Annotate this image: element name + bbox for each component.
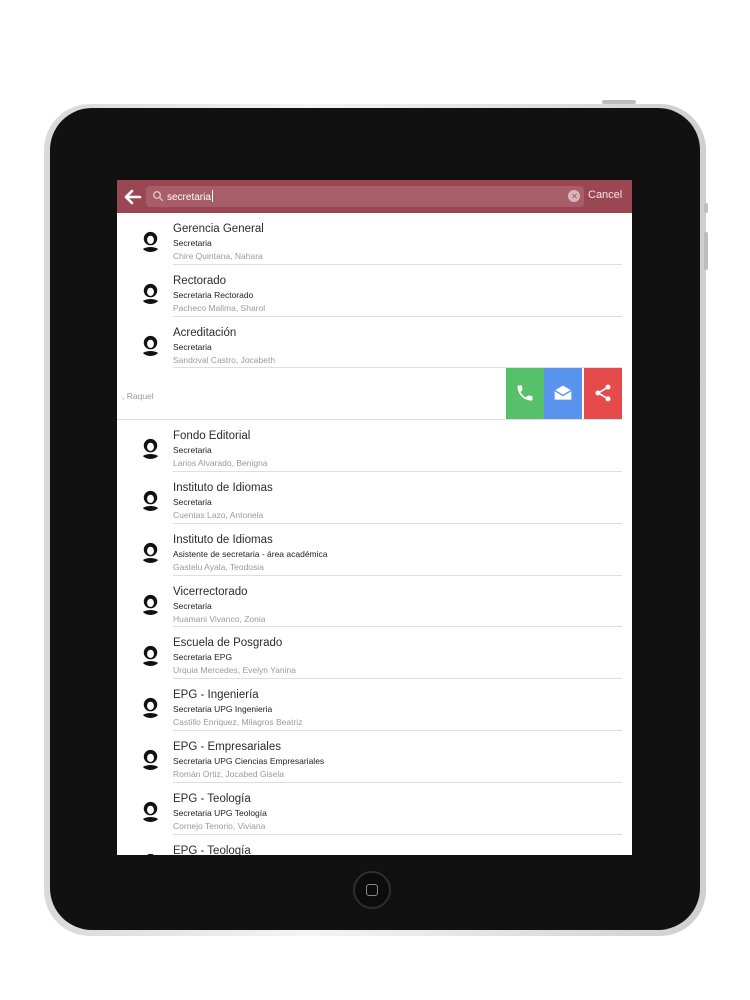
contact-role: Secretaria [173, 445, 212, 456]
contact-person: Huamani Vivanco, Zonia [173, 613, 266, 624]
list-item[interactable]: Fondo Editorial Secretaria Larios Alvara… [117, 420, 632, 472]
share-icon [595, 385, 611, 402]
contact-person: Urquia Mercedes, Evelyn Yanina [173, 665, 297, 676]
avatar-icon [139, 332, 162, 356]
contact-title: Acreditación [173, 326, 237, 339]
contact-role: Secretaria [173, 238, 212, 248]
avatar-icon [139, 850, 162, 855]
contact-role: Secretaria UPG Ingenieria [173, 704, 273, 715]
search-header: secretaria Cancel [117, 180, 632, 213]
contact-title: Fondo Editorial [173, 430, 251, 443]
contact-person: Cornejo Tenorio, Viviana [173, 820, 266, 831]
contact-role: Asistente de secretaria - área académica [173, 548, 328, 559]
phone-icon [517, 385, 533, 401]
list-item-swiped[interactable]: , Raquel [117, 368, 632, 421]
contact-title: EPG - Teología [173, 844, 251, 855]
list-item[interactable]: Rectorado Secretaria Rectorado Pacheco M… [117, 265, 632, 317]
contact-role: Secretaria [173, 600, 212, 611]
list-item[interactable]: EPG - Teología Secretaria UPG Teología C… [117, 783, 632, 835]
home-button[interactable] [353, 871, 391, 909]
list-item[interactable]: Acreditación Secretaria Sandoval Castro,… [117, 317, 632, 369]
contact-person: Sandoval Castro, Jocabeth [173, 354, 276, 365]
clear-search-icon[interactable] [568, 190, 580, 202]
contact-person: Castillo Enriquez, Milagros Beatriz [173, 717, 303, 728]
contact-title: Escuela de Posgrado [173, 637, 283, 650]
list-item[interactable]: EPG - Teología [117, 835, 632, 855]
list-item[interactable]: Vicerrectorado Secretaria Huamani Vivanc… [117, 576, 632, 628]
contact-list: Gerencia General Secretaria Chire Quinta… [117, 213, 632, 855]
contact-role: Secretaria UPG Teología [173, 807, 267, 818]
back-arrow-icon[interactable] [123, 187, 143, 207]
share-button[interactable] [584, 368, 622, 420]
contact-title: Vicerrectorado [173, 585, 248, 598]
power-button [602, 100, 636, 104]
cancel-button[interactable]: Cancel [588, 189, 622, 201]
contact-person: Román Ortiz, Jocabed Gisela [173, 768, 285, 779]
list-item[interactable]: Gerencia General Secretaria Chire Quinta… [117, 213, 632, 265]
avatar-icon [139, 746, 162, 770]
volume-down-button [704, 232, 708, 270]
email-button[interactable] [544, 368, 582, 420]
list-item[interactable]: Escuela de Posgrado Secretaria EPG Urqui… [117, 627, 632, 680]
volume-up-button [704, 203, 708, 213]
avatar-icon [139, 487, 162, 511]
contact-role: Secretaria [173, 341, 212, 352]
search-value: secretaria [167, 190, 213, 203]
contact-person: Chire Quintana, Nahara [173, 251, 263, 261]
contact-title: EPG - Teología [173, 792, 251, 805]
contact-role: Secretaria UPG Ciencias Empresariales [173, 755, 325, 766]
app-screen: secretaria Cancel Gerencia General Secre… [117, 180, 632, 855]
avatar-icon [139, 591, 162, 615]
avatar-icon [139, 798, 162, 822]
contact-role: Secretaria EPG [173, 652, 233, 663]
contact-title: Gerencia General [173, 223, 264, 235]
search-input[interactable]: secretaria [146, 186, 584, 207]
contact-title: Instituto de Idiomas [173, 533, 273, 546]
contact-title: Instituto de Idiomas [173, 481, 273, 494]
contact-title: EPG - Empresariales [173, 740, 282, 753]
contact-person: Larios Alvarado, Benigna [173, 458, 268, 469]
contact-title: EPG - Ingeniería [173, 689, 259, 702]
avatar-icon [139, 280, 162, 304]
list-item[interactable]: EPG - Ingeniería Secretaria UPG Ingenier… [117, 679, 632, 731]
list-item[interactable]: EPG - Empresariales Secretaria UPG Cienc… [117, 731, 632, 783]
call-button[interactable] [506, 368, 544, 420]
avatar-icon [139, 695, 162, 719]
contact-person: Gastelu Ayala, Teodosia [173, 561, 264, 572]
contact-role: Secretaria Rectorado [173, 289, 254, 300]
contact-person: , Raquel [122, 391, 154, 402]
contact-person: Pacheco Mallma, Sharol [173, 302, 266, 313]
avatar-icon [139, 539, 162, 563]
contact-person: Cuentas Lazo, Antonela [173, 509, 264, 520]
avatar-icon [139, 643, 162, 667]
search-icon [153, 191, 164, 202]
contact-title: Rectorado [173, 274, 227, 287]
avatar-icon [139, 436, 162, 460]
envelope-icon [554, 385, 572, 401]
contact-role: Secretaria [173, 496, 212, 507]
avatar-icon [139, 229, 162, 252]
list-item[interactable]: Instituto de Idiomas Secretaria Cuentas … [117, 472, 632, 524]
list-item[interactable]: Instituto de Idiomas Asistente de secret… [117, 524, 632, 576]
